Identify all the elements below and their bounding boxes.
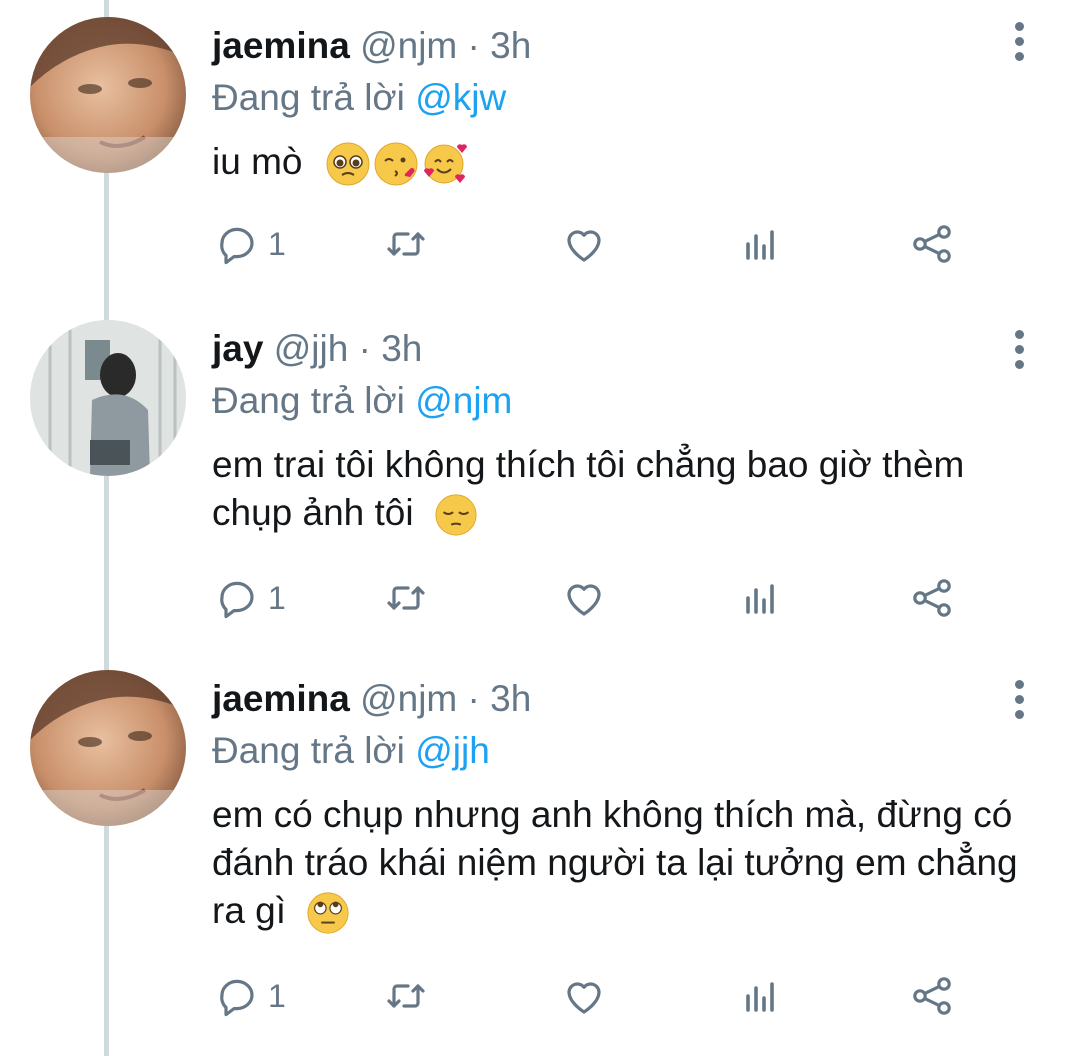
reply-button[interactable]: 1 [212,972,286,1020]
avatar[interactable] [30,320,186,476]
display-name[interactable]: jay [212,328,263,369]
like-icon [567,230,601,262]
share-button[interactable] [908,574,956,622]
tweet-header: jaemina @njm · 3h [212,24,531,68]
tweet-header: jay @jjh · 3h [212,327,422,371]
share-icon [913,579,951,617]
user-handle[interactable]: @njm [360,25,457,66]
user-handle[interactable]: @njm [360,678,457,719]
reply-icon [220,581,254,619]
tweet-text-content: em trai tôi không thích tôi chẳng bao gi… [212,444,965,533]
action-bar: 1 [212,972,972,1022]
reply-button[interactable]: 1 [212,574,286,622]
tweet-header: jaemina @njm · 3h [212,677,531,721]
more-icon[interactable] [1012,22,1026,61]
retweet-button[interactable] [382,220,430,268]
reply-count: 1 [268,225,286,262]
reply-button[interactable]: 1 [212,220,286,268]
separator-dot: · [467,678,480,719]
retweet-icon [387,232,425,256]
smiling-hearts-emoji [423,144,467,184]
display-name[interactable]: jaemina [212,25,350,66]
like-icon [567,584,601,616]
reply-count: 1 [268,579,286,616]
more-icon[interactable] [1012,680,1026,719]
retweet-button[interactable] [382,574,430,622]
replying-to: Đang trả lời @jjh [212,729,490,773]
reply-icon [220,227,254,265]
stats-button[interactable] [736,574,784,622]
more-icon[interactable] [1012,330,1026,369]
share-icon [913,225,951,263]
tweet-text: em trai tôi không thích tôi chẳng bao gi… [212,441,1032,537]
share-icon [913,977,951,1015]
replying-to: Đang trả lời @kjw [212,76,506,120]
like-button[interactable] [560,574,608,622]
retweet-button[interactable] [382,972,430,1020]
pleading-face-emoji [326,142,370,186]
like-button[interactable] [560,220,608,268]
replying-to-label: Đang trả lời [212,380,405,421]
stats-icon [746,982,774,1012]
action-bar: 1 [212,220,972,270]
timestamp[interactable]: 3h [490,678,531,719]
tweet-text: iu mò [212,138,1032,187]
timestamp[interactable]: 3h [490,25,531,66]
user-handle[interactable]: @jjh [274,328,349,369]
replying-to-label: Đang trả lời [212,77,405,118]
separator-dot: · [467,25,480,66]
replying-to-label: Đang trả lời [212,730,405,771]
eye-roll-emoji [307,892,349,934]
pensive-face-emoji [435,494,477,536]
stats-button[interactable] [736,972,784,1020]
mention-link[interactable]: @jjh [415,730,490,771]
stats-button[interactable] [736,220,784,268]
share-button[interactable] [908,220,956,268]
stats-icon [746,230,774,260]
reply-count: 1 [268,977,286,1014]
separator-dot: · [358,328,371,369]
kissing-heart-emoji [374,142,418,186]
like-icon [567,982,601,1014]
share-button[interactable] [908,972,956,1020]
reply-icon [220,979,254,1017]
avatar[interactable] [30,670,186,826]
retweet-icon [387,984,425,1008]
replying-to: Đang trả lời @njm [212,379,512,423]
tweet-text-content: iu mò [212,141,303,182]
like-button[interactable] [560,972,608,1020]
action-bar: 1 [212,574,972,624]
timestamp[interactable]: 3h [381,328,422,369]
avatar[interactable] [30,17,186,173]
stats-icon [746,584,774,614]
retweet-icon [387,586,425,610]
mention-link[interactable]: @kjw [415,77,506,118]
tweet-text: em có chụp nhưng anh không thích mà, đừn… [212,791,1032,935]
display-name[interactable]: jaemina [212,678,350,719]
mention-link[interactable]: @njm [415,380,512,421]
